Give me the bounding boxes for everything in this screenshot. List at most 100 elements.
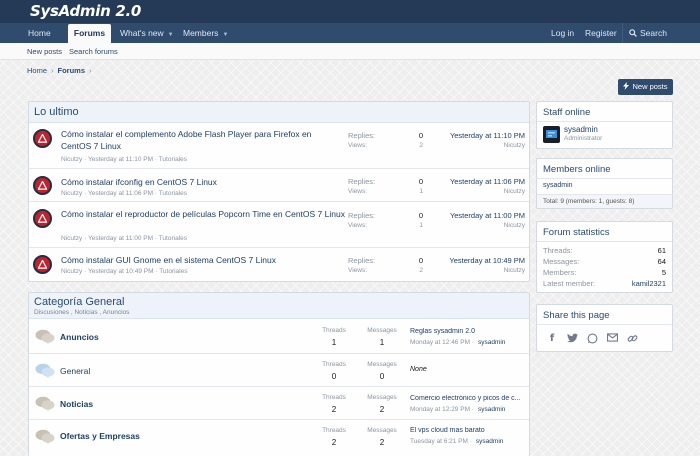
forum-statistics-title: Forum statistics (543, 227, 610, 238)
stat-latest-member-value[interactable]: kamil2321 (632, 279, 666, 288)
latest-post-user[interactable]: Nicutzy (465, 267, 525, 274)
nav-tab-forums[interactable]: Forums (68, 24, 111, 44)
staff-role: Administrator (564, 135, 603, 142)
category-description: Discusiones , Noticias , Anuncios (34, 309, 130, 316)
last-post-user[interactable]: sysadmin (478, 406, 505, 413)
login-link[interactable]: Log in (551, 23, 574, 43)
forum-title[interactable]: Anuncios (60, 332, 99, 342)
latest-threads-title: Lo ultimo (29, 102, 529, 123)
avatar[interactable] (543, 126, 560, 143)
avatar[interactable] (33, 209, 52, 228)
views-label: Views: (348, 222, 368, 229)
whatsapp-icon[interactable] (586, 333, 598, 345)
new-posts-link[interactable]: New posts (27, 43, 62, 60)
breadcrumb-home[interactable]: Home (27, 66, 47, 75)
user-logo-icon (38, 181, 47, 190)
thread-date: Yesterday at 10:49 PM (87, 268, 154, 275)
threads-count: 2 (331, 405, 337, 414)
nav-tab-members[interactable]: Members ▼ (183, 23, 228, 43)
forum-title[interactable]: Noticias (60, 399, 93, 409)
nav-tab-whats-new[interactable]: What's new ▼ (120, 23, 174, 43)
thread-title[interactable]: Cómo instalar el reproductor de película… (61, 208, 346, 220)
thread-forum[interactable]: Tutoriales (159, 156, 187, 163)
twitter-icon[interactable] (566, 333, 578, 345)
divider (537, 121, 672, 122)
chevron-right-icon: › (89, 66, 92, 75)
messages-label: Messages (367, 427, 397, 434)
threads-label: Threads (322, 327, 346, 334)
link-icon[interactable] (626, 333, 638, 345)
thread-author[interactable]: Nicutzy (61, 190, 82, 197)
search-icon (629, 29, 637, 37)
forum-row: General Threads 0 Messages 0 None (29, 353, 529, 386)
nav-tab-members-label: Members (183, 28, 219, 38)
last-post-user[interactable]: sysadmin (478, 339, 505, 346)
category-title[interactable]: Categoría General (34, 296, 125, 308)
register-link[interactable]: Register (585, 23, 617, 43)
replies-label: Replies: (348, 131, 376, 140)
views-count: 2 (419, 267, 423, 274)
messages-count: 2 (379, 438, 385, 447)
nav-tab-home[interactable]: Home (28, 23, 51, 43)
forum-row: Ofertas y Empresas Threads 2 Messages 2 … (29, 419, 529, 456)
stat-members: Members: 5 (543, 268, 666, 277)
divider (537, 241, 672, 242)
thread-title[interactable]: Cómo instalar GUI Gnome en el sistema Ce… (61, 254, 341, 266)
thread-meta: Nicutzy · Yesterday at 11:10 PM · Tutori… (61, 156, 188, 163)
stat-threads: Threads: 61 (543, 246, 666, 255)
messages-count: 0 (379, 372, 385, 381)
latest-post-date[interactable]: Yesterday at 11:10 PM (425, 131, 525, 140)
thread-title[interactable]: Cómo instalar ifconfig en CentOS 7 Linux (61, 176, 341, 188)
breadcrumb: Home › Forums › (27, 66, 96, 75)
stat-threads-label: Threads: (543, 246, 573, 255)
thread-forum[interactable]: Tutoriales (159, 235, 187, 242)
category-header: Categoría General Discusiones , Noticias… (29, 293, 529, 319)
latest-post-date[interactable]: Yesterday at 11:06 PM (425, 177, 525, 186)
thread-row: Cómo instalar GUI Gnome en el sistema Ce… (29, 247, 529, 281)
messages-label: Messages (367, 327, 397, 334)
breadcrumb-current[interactable]: Forums (58, 66, 86, 75)
chevron-right-icon: › (51, 66, 54, 75)
last-post-title[interactable]: Reglas sysadmin 2.0 (410, 328, 525, 335)
forum-title[interactable]: General (60, 366, 90, 376)
threads-label: Threads (322, 394, 346, 401)
last-post-title[interactable]: El vps cloud mas barato (410, 427, 525, 434)
facebook-icon[interactable]: f (546, 333, 558, 345)
views-label: Views: (348, 267, 368, 274)
thread-author[interactable]: Nicutzy (61, 268, 82, 275)
avatar[interactable] (33, 129, 52, 148)
latest-post-date[interactable]: Yesterday at 10:49 PM (425, 256, 525, 265)
latest-post-user[interactable]: Nicutzy (465, 188, 525, 195)
thread-forum[interactable]: Tutoriales (159, 268, 187, 275)
avatar[interactable] (33, 255, 52, 274)
site-logo[interactable]: SysAdmin 2.0 (30, 2, 141, 20)
email-icon[interactable] (606, 333, 618, 345)
forum-title[interactable]: Ofertas y Empresas (60, 431, 140, 441)
thread-row: Cómo instalar el complemento Adobe Flash… (29, 123, 529, 168)
latest-post-user[interactable]: Nicutzy (465, 142, 525, 149)
new-posts-button[interactable]: New posts (618, 79, 673, 95)
whatsapp-bubble-icon (587, 333, 597, 344)
chat-bubbles-icon (35, 429, 55, 444)
latest-post-user[interactable]: Nicutzy (465, 222, 525, 229)
replies-label: Replies: (348, 211, 376, 220)
thread-forum[interactable]: Tutoriales (159, 190, 187, 197)
avatar[interactable] (33, 176, 52, 195)
thread-title[interactable]: Cómo instalar el complemento Adobe Flash… (61, 128, 341, 152)
last-post-title[interactable]: Comercio electrónico y picos de c... (410, 395, 525, 402)
staff-username[interactable]: sysadmin (564, 125, 598, 134)
last-post-none: None (410, 366, 427, 373)
thread-author[interactable]: Nicutzy (61, 235, 82, 242)
thread-author[interactable]: Nicutzy (61, 156, 82, 163)
forum-statistics-block: Forum statistics Threads: 61 Messages: 64 … (536, 221, 673, 293)
last-post-user[interactable]: sysadmin (476, 438, 503, 445)
search-link[interactable]: Search (622, 23, 667, 43)
online-member[interactable]: sysadmin (543, 182, 573, 189)
staff-avatar-icon (546, 130, 557, 138)
stat-members-label: Members: (543, 268, 577, 277)
stat-members-value: 5 (661, 268, 666, 277)
members-online-block: Members online sysadmin Total: 9 (member… (536, 158, 673, 209)
views-label: Views: (348, 142, 368, 149)
search-forums-link[interactable]: Search forums (69, 43, 118, 60)
latest-post-date[interactable]: Yesterday at 11:00 PM (425, 211, 525, 220)
